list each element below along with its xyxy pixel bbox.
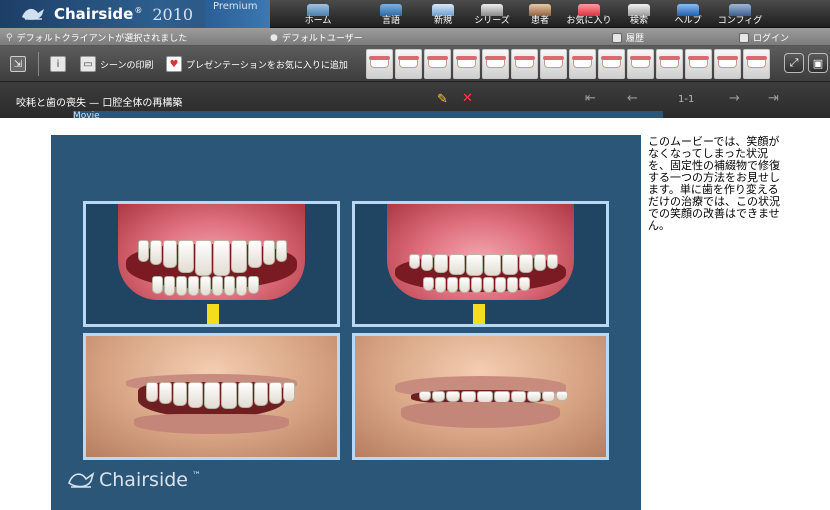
worn-teeth-panel — [352, 201, 609, 327]
series-icon — [481, 4, 503, 16]
delete-x-icon[interactable]: ✕ — [462, 91, 473, 106]
heart-icon: ♥ — [166, 56, 182, 72]
nav-new-button[interactable]: 新規 — [426, 0, 460, 28]
scene-thumbnail[interactable] — [482, 49, 509, 79]
pin-icon: ⚲ — [6, 32, 13, 43]
print-scene-button[interactable]: ▭ シーンの印刷 — [80, 54, 154, 74]
nav-config-button[interactable]: コンフィグ — [718, 0, 762, 28]
status-bar: ⚲ デフォルトクライアントが選択されました ● デフォルトユーザー 履歴 ログイ… — [0, 28, 830, 46]
last-page-icon[interactable]: ⇥ — [768, 91, 779, 106]
scene-thumbnail[interactable] — [424, 49, 451, 79]
collapse-icon: ⇲ — [10, 56, 26, 72]
patient-icon — [529, 4, 551, 16]
toolbar-divider — [38, 52, 39, 76]
before-teeth-panel — [83, 201, 340, 327]
expand-icon: ⤢ — [789, 56, 799, 69]
nav-language-button[interactable]: 言語 — [374, 0, 408, 28]
nav-favorites-button[interactable]: お気に入り — [566, 0, 612, 28]
movie-description: このムービーでは、笑顔がなくなってしまった状況を、固定性の補綴物で修復する一つの… — [648, 135, 780, 232]
login-button[interactable]: ログイン — [739, 31, 789, 44]
lower-teeth-row — [152, 276, 259, 296]
edition-badge: Premium — [205, 0, 270, 28]
config-icon — [729, 4, 751, 16]
previous-page-icon[interactable]: ← — [627, 91, 638, 106]
nav-search-button[interactable]: 検索 — [624, 0, 654, 28]
down-arrow-icon — [473, 304, 485, 324]
brand-name: Chairside — [54, 5, 134, 23]
scene-thumbnail[interactable] — [511, 49, 538, 79]
favorites-icon — [578, 4, 600, 16]
history-button[interactable]: 履歴 — [612, 31, 644, 44]
scene-thumbnail[interactable] — [627, 49, 654, 79]
scene-thumbnail[interactable] — [598, 49, 625, 79]
nav-home-button[interactable]: ホーム — [297, 0, 339, 28]
info-icon: i — [50, 56, 66, 72]
brand-trademark: ® — [134, 6, 143, 15]
scene-thumbnail[interactable] — [714, 49, 741, 79]
nav-series-button[interactable]: シリーズ — [473, 0, 511, 28]
lock-icon — [739, 32, 749, 43]
upper-teeth-row — [409, 254, 558, 276]
user-icon: ● — [270, 32, 278, 43]
first-page-icon[interactable]: ⇤ — [585, 91, 596, 106]
clock-icon — [612, 32, 622, 43]
add-to-favorites-button[interactable]: ♥ プレゼンテーションをお気に入りに追加 — [166, 54, 348, 74]
before-smile-panel — [83, 333, 340, 460]
home-chair-icon — [307, 4, 329, 16]
scene-thumbnail[interactable] — [656, 49, 683, 79]
upper-teeth-row — [138, 240, 287, 276]
client-status[interactable]: ⚲ デフォルトクライアントが選択されました — [6, 31, 187, 45]
new-icon — [432, 4, 454, 16]
chairside-logo-icon — [68, 472, 95, 488]
scene-thumbnail[interactable] — [685, 49, 712, 79]
help-icon — [677, 4, 699, 16]
chairside-watermark: Chairside ™ — [67, 469, 201, 491]
worn-smile-panel — [352, 333, 609, 460]
page-indicator: 1-1 — [678, 94, 695, 105]
projector-icon: ▣ — [812, 56, 824, 70]
scene-thumbnail[interactable] — [540, 49, 567, 79]
scene-toolbar: ⇲ i ▭ シーンの印刷 ♥ プレゼンテーションをお気に入りに追加 ⤢ ▣ — [0, 46, 830, 82]
movie-player[interactable]: Chairside ™ — [51, 135, 641, 510]
presentation-title: 咬耗と歯の喪失 — 口腔全体の再構築 Movie — [16, 94, 663, 486]
language-icon — [380, 4, 402, 16]
down-arrow-icon — [207, 304, 219, 324]
content-area: Chairside ™ このムービーでは、笑顔がなくなってしまった状況を、固定性の… — [0, 118, 830, 510]
next-page-icon[interactable]: → — [729, 91, 740, 106]
lower-teeth-row — [423, 277, 530, 293]
scene-thumbnail-strip — [366, 49, 770, 79]
printer-icon: ▭ — [80, 56, 96, 72]
scene-thumbnail[interactable] — [366, 49, 393, 79]
fullscreen-toggle-button[interactable]: ⇲ — [10, 54, 26, 74]
scene-thumbnail[interactable] — [743, 49, 770, 79]
scene-thumbnail[interactable] — [569, 49, 596, 79]
scene-thumbnail[interactable] — [395, 49, 422, 79]
expand-view-button[interactable]: ⤢ — [784, 53, 804, 73]
scene-info-button[interactable]: i — [50, 54, 66, 74]
app-window: Chairside ® 2010 Premium ホーム 言語 新規 シリーズ … — [0, 0, 830, 510]
search-icon — [628, 4, 650, 16]
edit-pencil-icon[interactable]: ✎ — [437, 92, 448, 107]
smile-teeth-row — [146, 382, 295, 409]
brand-year: 2010 — [152, 4, 194, 24]
presentation-mode-button[interactable]: ▣ — [808, 53, 828, 73]
chairside-logo-icon — [20, 5, 46, 23]
nav-help-button[interactable]: ヘルプ — [673, 0, 703, 28]
user-status[interactable]: ● デフォルトユーザー — [270, 31, 363, 45]
scene-thumbnail[interactable] — [453, 49, 480, 79]
presentation-title-bar: 咬耗と歯の喪失 — 口腔全体の再構築 Movie ✎ ✕ ⇤ ← 1-1 → ⇥ — [0, 82, 830, 486]
brand-area: Chairside ® 2010 Premium — [0, 0, 270, 28]
nav-patient-button[interactable]: 患者 — [527, 0, 553, 28]
top-navigation-bar: Chairside ® 2010 Premium ホーム 言語 新規 シリーズ … — [0, 0, 830, 28]
